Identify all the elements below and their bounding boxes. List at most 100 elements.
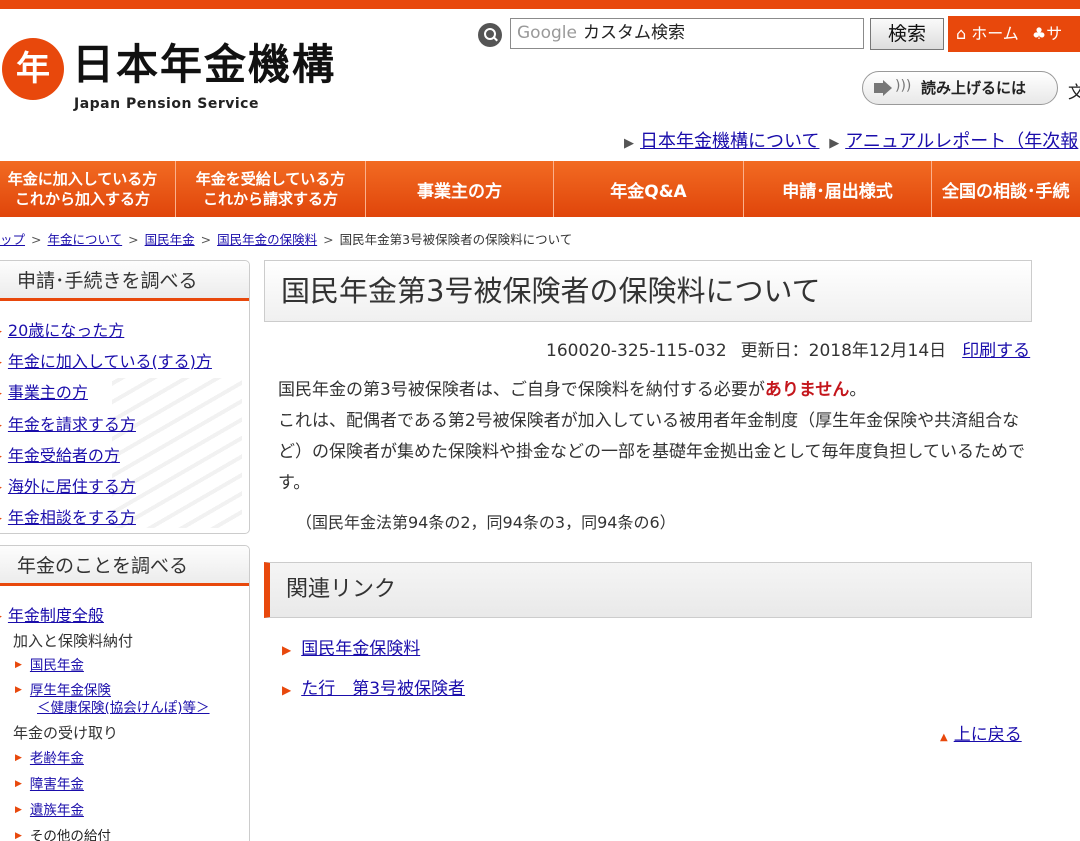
breadcrumb-separator: > — [128, 232, 139, 247]
sidebar-item[interactable]: ▶ 20歳になった方 — [0, 317, 124, 341]
page-meta: 160020-325-115-032 更新日：2018年12月14日 印刷する — [546, 336, 1030, 361]
sidebar-subitem[interactable]: ▶ 厚生年金保険 — [15, 682, 111, 700]
sidebar-group-label: 加入と保険料納付 — [13, 632, 134, 650]
updated-date: 更新日：2018年12月14日 — [740, 341, 947, 361]
header-utility-links: ⌂ ホーム ♣サ — [948, 16, 1080, 52]
back-to-top-link[interactable]: 上に戻る — [954, 725, 1022, 745]
triangle-up-icon: ▲ — [940, 732, 948, 743]
paragraph-1-text: 国民年金の第3号被保険者は、ご自身で保険料を納付する必要が — [278, 380, 765, 400]
related-link-item[interactable]: ▶ 国民年金保険料 — [282, 634, 420, 659]
sidebar-item[interactable]: ▶ 事業主の方 — [0, 379, 88, 403]
sidebar-item[interactable]: ▶ 年金を請求する方 — [0, 411, 136, 435]
sidebar-subitem[interactable]: ▶ 障害年金 — [15, 776, 84, 794]
sidebar-procedures: 申請･手続きを調べる ▶ 20歳になった方 ▶ 年金に加入している(する)方 ▶ 事業… — [0, 260, 250, 534]
sidebar-link[interactable]: 年金相談をする方 — [8, 508, 136, 527]
gnav-line: これから請求する方 — [202, 190, 338, 208]
sidebar-item[interactable]: ▶ 年金受給者の方 — [0, 442, 120, 466]
sidebar-item[interactable]: ▶ 年金相談をする方 — [0, 504, 136, 528]
related-link[interactable]: た行 第3号被保険者 — [301, 679, 465, 699]
gnav-item-qa[interactable]: 年金Q&A — [554, 161, 744, 217]
search-button[interactable]: 検索 — [870, 18, 944, 50]
related-links-heading: 関連リンク — [264, 562, 1032, 618]
sidebar-sublink[interactable]: ＜健康保険(協会けんぽ)等＞ — [37, 700, 210, 716]
back-to-top[interactable]: ▲ 上に戻る — [940, 720, 1022, 745]
site-logo-subtitle: Japan Pension Service — [74, 96, 259, 112]
breadcrumb: ップ > 年金について > 国民年金 > 国民年金の保険料 > 国民年金第3号被保険者の保険料に… — [0, 229, 572, 248]
sidebar-sublink[interactable]: 厚生年金保険 — [30, 683, 111, 699]
gnav-item-recipients[interactable]: 年金を受給している方 これから請求する方 — [176, 161, 366, 217]
breadcrumb-top[interactable]: ップ — [0, 232, 25, 247]
gnav-item-employers[interactable]: 事業主の方 — [366, 161, 554, 217]
sidebar-heading: 申請･手続きを調べる — [0, 261, 249, 301]
sitemap-link[interactable]: サ — [1046, 24, 1062, 43]
breadcrumb-national-pension[interactable]: 国民年金 — [145, 232, 195, 247]
triangle-right-icon: ▶ — [624, 136, 634, 151]
print-link[interactable]: 印刷する — [962, 341, 1030, 361]
triangle-right-icon: ▶ — [282, 683, 292, 697]
sidebar-subitem[interactable]: ▶ その他の給付 — [15, 828, 111, 841]
sidebar-link[interactable]: 年金を請求する方 — [8, 415, 136, 434]
breadcrumb-separator: > — [200, 232, 212, 247]
gnav-item-enrollees[interactable]: 年金に加入している方 これから加入する方 — [0, 161, 176, 217]
triangle-right-icon: ▶ — [0, 612, 2, 622]
triangle-right-icon: ▶ — [0, 358, 2, 368]
sidebar-link[interactable]: 年金に加入している(する)方 — [8, 352, 212, 371]
gnav-line: これから加入する方 — [14, 190, 150, 208]
sidebar-link[interactable]: 年金制度全般 — [8, 606, 104, 625]
sidebar-link[interactable]: 20歳になった方 — [8, 321, 124, 340]
sitemap-icon: ♣ — [1031, 24, 1047, 43]
law-reference: （国民年金法第94条の2，同94条の3，同94条の6） — [296, 513, 676, 532]
sidebar-subitem[interactable]: ＜健康保険(協会けんぽ)等＞ — [37, 700, 210, 717]
sidebar-subitem[interactable]: ▶ 遺族年金 — [15, 802, 84, 820]
home-link[interactable]: ホーム — [971, 24, 1019, 43]
gnav-item-forms[interactable]: 申請･届出様式 — [744, 161, 932, 217]
sidebar-link[interactable]: 年金受給者の方 — [8, 446, 120, 465]
font-size-label[interactable]: 文 — [1068, 78, 1080, 103]
document-id: 160020-325-115-032 — [546, 341, 727, 361]
search-icon — [478, 23, 502, 47]
sidebar-sublink[interactable]: 老齢年金 — [30, 751, 84, 767]
gnav-line: 年金を受給している方 — [195, 170, 346, 188]
sound-waves-icon: ))) — [895, 78, 912, 94]
triangle-right-icon: ▶ — [15, 805, 22, 815]
triangle-right-icon: ▶ — [829, 136, 840, 151]
related-link-item[interactable]: ▶ た行 第3号被保険者 — [282, 674, 465, 699]
triangle-right-icon: ▶ — [0, 421, 2, 431]
sidebar-link[interactable]: 事業主の方 — [8, 383, 88, 402]
home-icon: ⌂ — [956, 24, 967, 43]
gnav-line: 年金に加入している方 — [7, 170, 158, 188]
sidebar-subitem[interactable]: ▶ 老齢年金 — [15, 750, 84, 768]
annual-report-link[interactable]: アニュアルレポート（年次報 — [845, 131, 1078, 152]
triangle-right-icon: ▶ — [15, 685, 22, 695]
search-placeholder: カスタム検索 — [582, 23, 685, 43]
triangle-right-icon: ▶ — [15, 779, 22, 789]
paragraph-1-end: 。 — [849, 380, 867, 400]
breadcrumb-premiums[interactable]: 国民年金の保険料 — [217, 232, 317, 247]
sidebar-link[interactable]: 海外に居住する方 — [8, 477, 136, 496]
sidebar-sublink[interactable]: 国民年金 — [30, 658, 84, 674]
gnav-item-consultation[interactable]: 全国の相談･手続 — [932, 161, 1080, 217]
breadcrumb-separator: > — [31, 232, 42, 247]
breadcrumb-about-pension[interactable]: 年金について — [48, 232, 123, 247]
about-link[interactable]: 日本年金機構について — [640, 131, 819, 152]
sidebar-item[interactable]: ▶ 年金に加入している(する)方 — [0, 348, 212, 372]
triangle-right-icon: ▶ — [15, 753, 22, 763]
triangle-right-icon: ▶ — [0, 483, 2, 493]
site-logo-text[interactable]: 日本年金機構 — [72, 40, 336, 90]
related-link[interactable]: 国民年金保険料 — [301, 639, 420, 659]
sidebar-sublink[interactable]: 遺族年金 — [30, 803, 84, 819]
triangle-right-icon: ▶ — [0, 452, 2, 462]
sidebar-sublink[interactable]: その他の給付 — [30, 829, 111, 841]
sidebar-subitem[interactable]: ▶ 国民年金 — [15, 657, 84, 675]
top-accent-bar — [0, 0, 1080, 9]
triangle-right-icon: ▶ — [282, 643, 292, 657]
paragraph-2: これは、配偶者である第2号被保険者が加入している被用者年金制度（厚生年金保険や共… — [278, 411, 1025, 493]
emphasis-text: ありません — [764, 380, 850, 400]
sidebar-pension-info: 年金のことを調べる ▶ 年金制度全般 加入と保険料納付 ▶ 国民年金 ▶ 厚生年金保険… — [0, 545, 250, 841]
logo-mark-icon[interactable]: 年 — [2, 38, 64, 100]
main-body: 国民年金の第3号被保険者は、ご自身で保険料を納付する必要がありません。 これは、… — [278, 375, 1028, 499]
search-input[interactable]: Google カスタム検索 — [510, 18, 864, 49]
sidebar-item[interactable]: ▶ 海外に居住する方 — [0, 473, 136, 497]
sidebar-item[interactable]: ▶ 年金制度全般 — [0, 602, 104, 626]
sidebar-sublink[interactable]: 障害年金 — [30, 777, 84, 793]
